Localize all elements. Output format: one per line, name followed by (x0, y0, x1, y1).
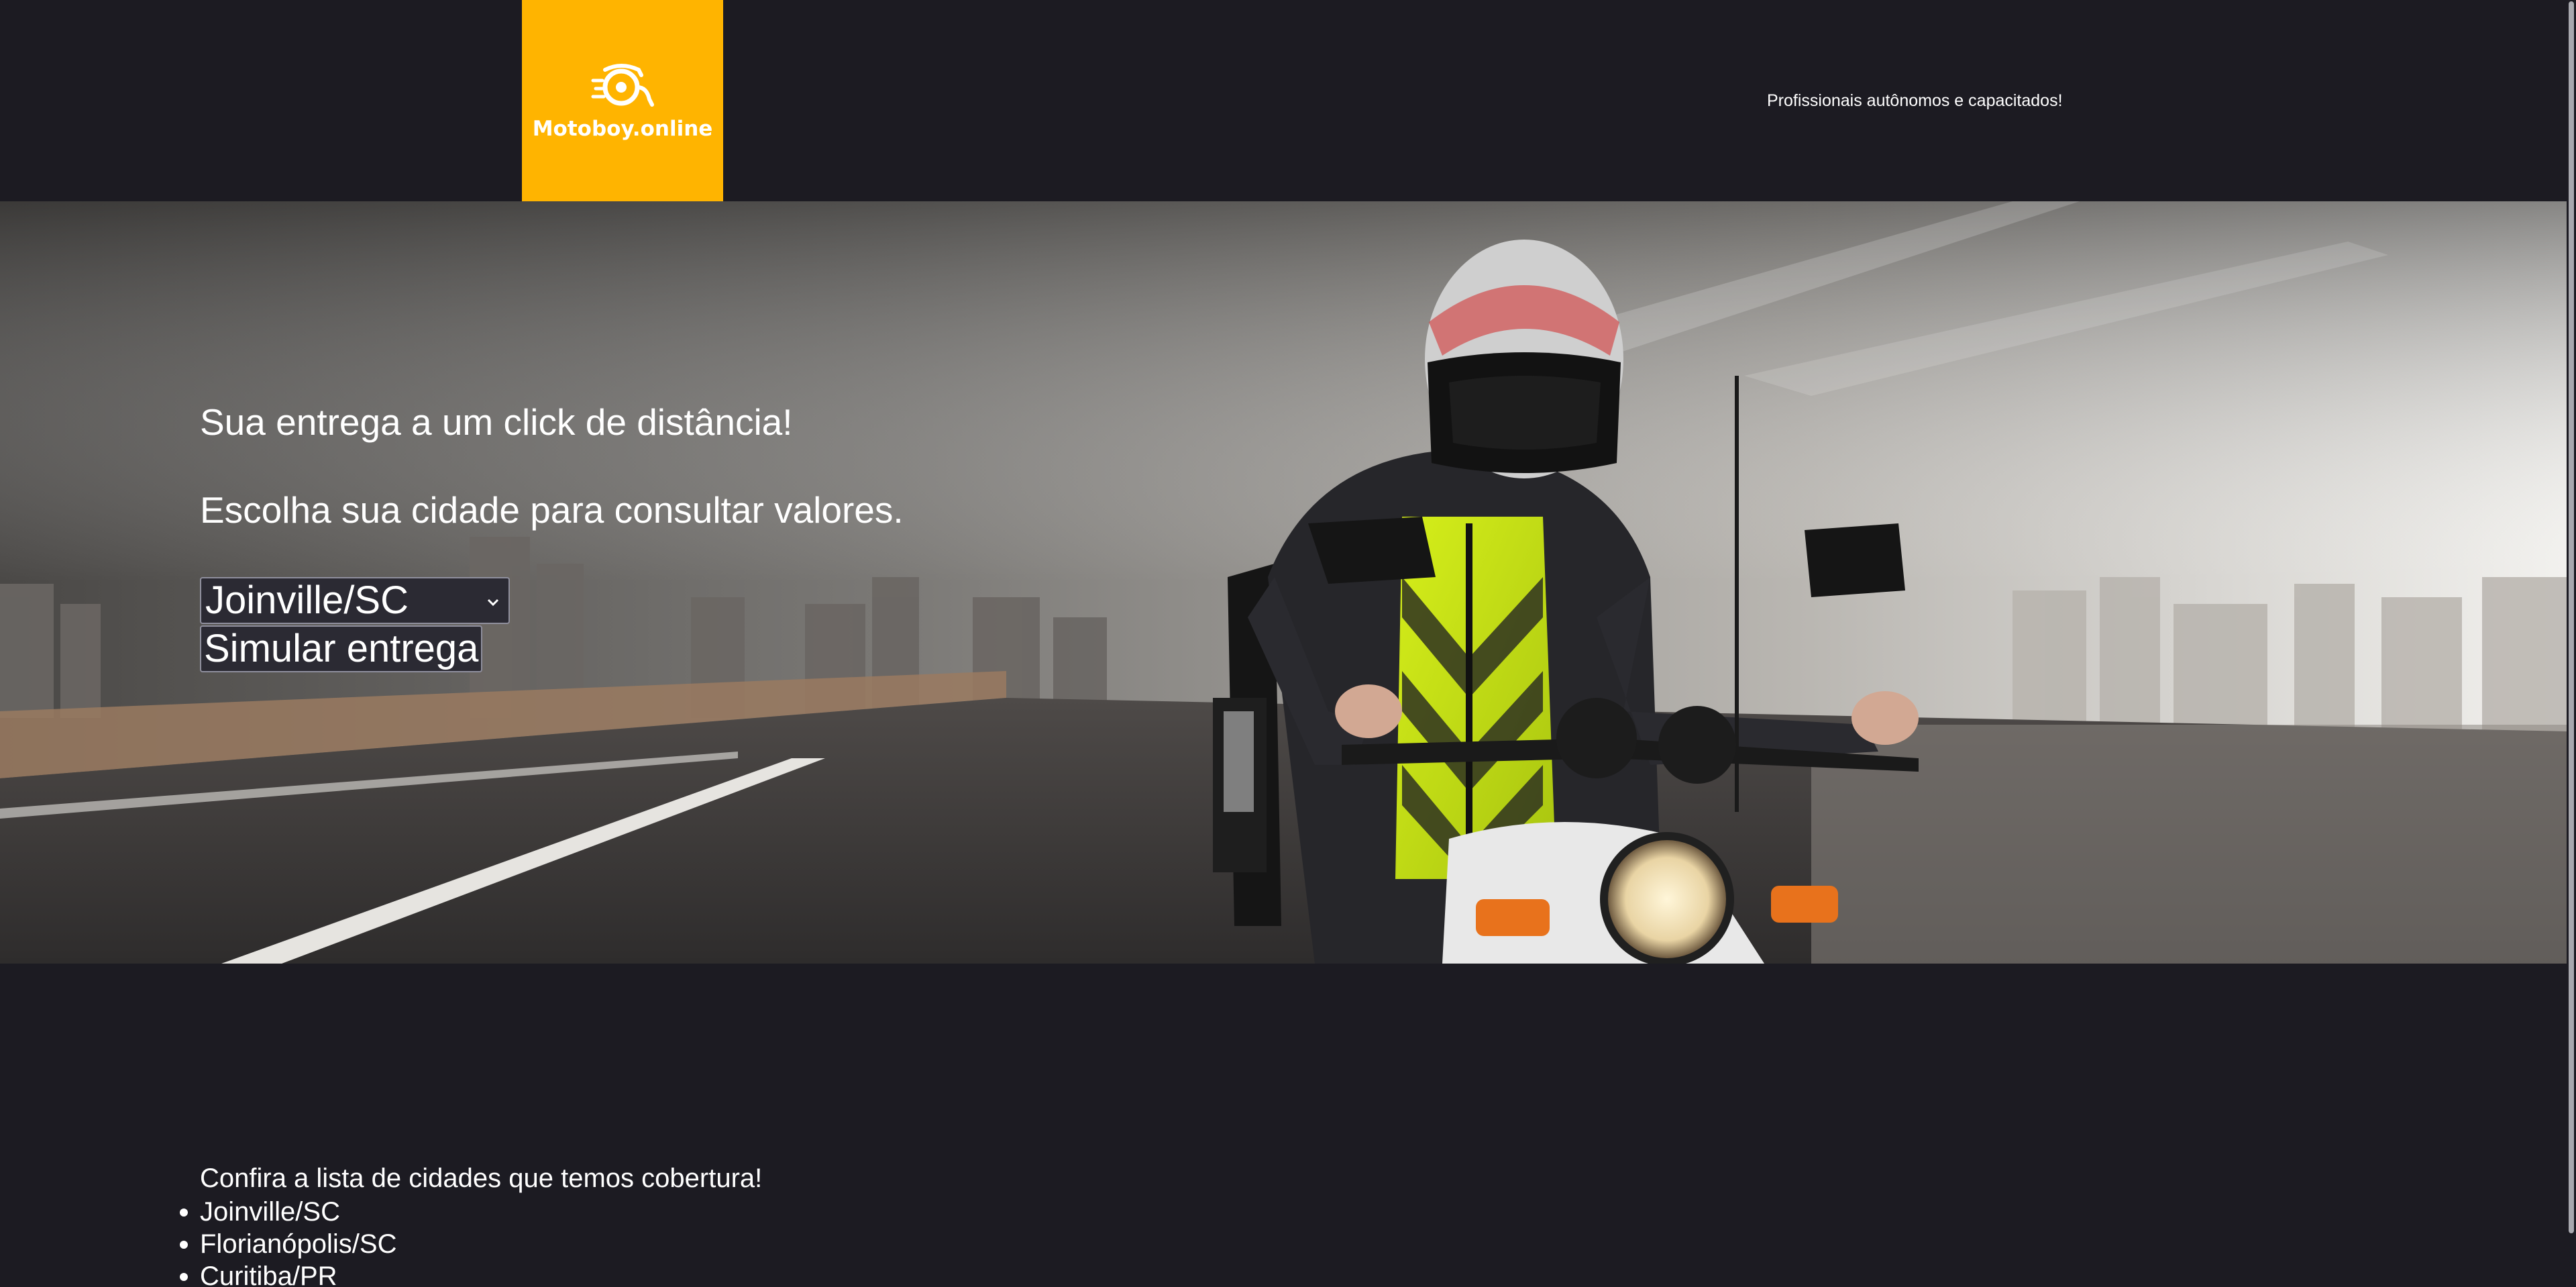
hero-banner: Sua entrega a um click de distância! Esc… (0, 201, 2567, 964)
page: Motoboy.online Profissionais autônomos e… (0, 0, 2576, 1287)
city-select-value: Joinville/SC (205, 578, 409, 622)
city-name: Curitiba/PR (200, 1262, 337, 1287)
list-item: Curitiba/PR (180, 1260, 396, 1287)
chevron-down-icon (487, 599, 499, 607)
hero-subheadline: Escolha sua cidade para consultar valore… (200, 489, 904, 531)
bullet-icon (180, 1208, 188, 1217)
list-item: Joinville/SC (180, 1196, 396, 1228)
bullet-icon (180, 1273, 188, 1281)
coverage-city-list: Joinville/SC Florianópolis/SC Curitiba/P… (180, 1196, 397, 1287)
coverage-title: Confira a lista de cidades que temos cob… (200, 1164, 763, 1193)
site-header: Motoboy.online Profissionais autônomos e… (0, 0, 2576, 201)
header-tagline: Profissionais autônomos e capacitados! (1767, 91, 2063, 110)
bullet-icon (180, 1241, 188, 1249)
city-name: Florianópolis/SC (200, 1229, 397, 1259)
scooter-wheel-icon (591, 64, 654, 107)
brand-logo[interactable]: Motoboy.online (522, 0, 723, 201)
scrollbar-thumb[interactable] (2569, 1, 2574, 1233)
city-select[interactable]: Joinville/SC (200, 577, 510, 624)
list-item: Florianópolis/SC (180, 1228, 397, 1260)
brand-name: Motoboy.online (532, 117, 713, 141)
simulate-delivery-button[interactable]: Simular entrega (200, 625, 483, 672)
city-name: Joinville/SC (200, 1197, 340, 1227)
hero-headline: Sua entrega a um click de distância! (200, 401, 793, 443)
